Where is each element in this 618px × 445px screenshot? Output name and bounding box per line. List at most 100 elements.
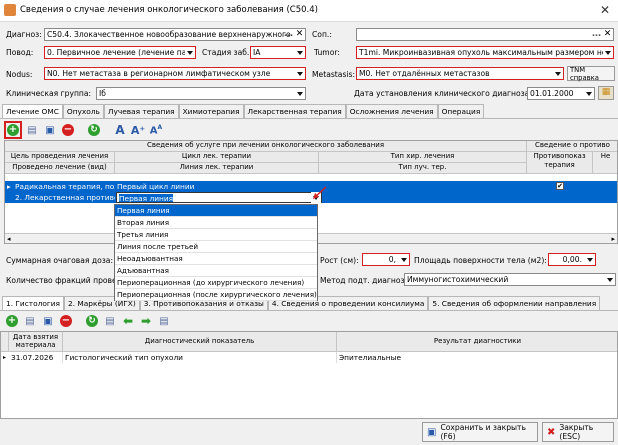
col-header-radiation-type[interactable]: Тип луч. тер. [319, 163, 527, 174]
view-icon: ▤ [105, 315, 115, 327]
dropdown-option[interactable]: Третья линия [115, 229, 317, 241]
back-button[interactable]: ⬅ [120, 313, 136, 329]
method-select[interactable]: Иммуногистохимический [404, 273, 616, 286]
forward-button[interactable]: ➡ [138, 313, 154, 329]
floppy-icon: ▣ [45, 124, 55, 136]
height-label: Рост (см): [320, 256, 359, 265]
chevron-down-icon[interactable] [553, 68, 563, 79]
col-header-result[interactable]: Результат диагностики [337, 332, 617, 352]
area-field[interactable]: 0,00. [548, 253, 596, 266]
diagnosis-label: Диагноз: [6, 30, 42, 39]
row-cell-treatment-type[interactable]: 2. Лекарственная противоо [13, 192, 115, 203]
font-increase-button[interactable]: A⁺ [130, 122, 146, 138]
tab-referral[interactable]: 5. Сведения об оформлении направления [428, 296, 601, 310]
diagnosis-field[interactable]: C50.4. Злокачественное новообразование в… [44, 28, 306, 41]
tab-oms-treatment[interactable]: Лечение ОМС [2, 104, 63, 118]
minus-icon: − [62, 124, 74, 136]
chevron-down-icon[interactable] [605, 274, 615, 285]
tab-complications[interactable]: Осложнения лечения [345, 104, 438, 118]
chevron-down-icon[interactable] [185, 47, 195, 58]
font-reset-button[interactable]: AA [148, 122, 164, 138]
row-cell-goal[interactable]: Радикальная терапия, полн [13, 181, 115, 192]
scroll-right-icon[interactable]: ▸ [611, 235, 615, 243]
delete-button[interactable]: − [58, 313, 74, 329]
tab-surgery[interactable]: Операция [437, 104, 485, 118]
tab-drug-therapy[interactable]: Лекарственная терапия [243, 104, 346, 118]
tab-histology[interactable]: 1. Гистология [2, 296, 64, 310]
chevron-down-icon[interactable] [295, 68, 305, 79]
chevron-down-icon[interactable] [585, 254, 595, 265]
row-cell-date[interactable]: 31.07.2026 [9, 352, 63, 363]
contraindication-checkbox[interactable]: ✔ [556, 182, 564, 190]
povod-select[interactable]: 0. Первичное лечение (лечение па [44, 46, 196, 59]
col-header-cycle[interactable]: Цикл лек. терапии [115, 152, 319, 163]
more-icon[interactable]: … [283, 29, 294, 40]
calendar-icon[interactable]: ▦ [598, 86, 614, 100]
add-button[interactable]: + [4, 313, 20, 329]
col-header-surgery-type[interactable]: Тип хир. лечения [319, 152, 527, 163]
refresh-button[interactable]: ↻ [86, 122, 102, 138]
area-label: Площадь поверхности тела (м2): [414, 256, 547, 265]
chevron-down-icon[interactable] [603, 47, 613, 58]
col-header-contraindication[interactable]: Противопоказ терапия [527, 152, 593, 174]
chevron-down-icon[interactable] [399, 254, 409, 265]
chevron-down-icon[interactable] [584, 88, 594, 99]
edit-button[interactable]: ▤ [24, 122, 40, 138]
height-field[interactable]: 0, [362, 253, 410, 266]
col-header-treatment-type[interactable]: Проведено лечение (вид) [5, 163, 115, 174]
col-header-line[interactable]: Линия лек. терапии [115, 163, 319, 174]
window-close-icon[interactable]: ✕ [600, 3, 610, 17]
dropdown-option[interactable]: Вторая линия [115, 217, 317, 229]
dropdown-option[interactable]: Периоперационная (до хирургического лече… [115, 277, 317, 289]
table-row[interactable]: ▸ 31.07.2026 Гистологический тип опухоли… [1, 352, 617, 363]
refresh-button[interactable]: ↻ [84, 313, 100, 329]
dropdown-option[interactable]: Первая линия [115, 205, 317, 217]
metastasis-select[interactable]: M0. Нет отдалённых метастазов [356, 67, 564, 80]
view-button[interactable]: ▤ [102, 313, 118, 329]
divider [0, 118, 618, 119]
edit-button[interactable]: ▤ [22, 313, 38, 329]
tab-chemo[interactable]: Химиотерапия [178, 104, 244, 118]
col-header-ne[interactable]: Не [593, 152, 617, 174]
scroll-left-icon[interactable]: ◂ [7, 235, 11, 243]
dropdown-option[interactable]: Линия после третьей [115, 241, 317, 253]
col-header-indicator[interactable]: Диагностический показатель [63, 332, 337, 352]
row-cell-indicator[interactable]: Гистологический тип опухоли [63, 352, 337, 363]
clear-icon[interactable]: ✕ [602, 29, 613, 40]
sop-field[interactable]: … ✕ [356, 28, 614, 41]
arrow-left-icon: ⬅ [122, 314, 134, 328]
tumor-label: Tumor: [314, 48, 340, 57]
plus-icon: + [6, 315, 18, 327]
save-and-close-button[interactable]: ▣ Сохранить и закрыть (F6) [422, 422, 538, 442]
save-row-button[interactable]: ▣ [42, 122, 58, 138]
more-icon[interactable]: … [591, 29, 602, 40]
stage-select[interactable]: IA [250, 46, 306, 59]
col-header-sample-date[interactable]: Дата взятия материала [9, 332, 63, 352]
dropdown-option[interactable]: Адъювантная [115, 265, 317, 277]
dropdown-option[interactable]: Неоадъювантная [115, 253, 317, 265]
tab-tumor[interactable]: Опухоль [62, 104, 104, 118]
row-cell-cycle[interactable]: Первый цикл линии [115, 181, 319, 192]
font-size-button[interactable]: A [112, 122, 128, 138]
grid-group-header-right: Сведение о противо [527, 141, 617, 152]
chevron-down-icon[interactable] [295, 88, 305, 99]
clear-icon[interactable]: ✕ [294, 29, 305, 40]
close-button[interactable]: ✖ Закрыть (ESC) [542, 422, 614, 442]
date-field[interactable]: 01.01.2000 [527, 87, 595, 100]
export-button[interactable]: ▤ [156, 313, 172, 329]
tab-radiation[interactable]: Лучевая терапия [103, 104, 179, 118]
line-select[interactable]: Первая линия [116, 192, 322, 203]
col-header-goal[interactable]: Цель проведения лечения [5, 152, 115, 163]
tnm-reference-button[interactable]: TNM справка [567, 66, 615, 82]
nodus-select[interactable]: N0. Нет метастаза в регионарном лимфатич… [44, 67, 306, 80]
row-cell-result[interactable]: Эпителиальные [337, 352, 617, 363]
clinical-group-select[interactable]: Iб [96, 87, 306, 100]
grid-group-header: Сведения об услуге при лечении онкологич… [5, 141, 527, 152]
save-row-button[interactable]: ▣ [40, 313, 56, 329]
chevron-down-icon[interactable] [295, 47, 305, 58]
add-button[interactable]: + [4, 121, 22, 139]
tumor-select[interactable]: T1mi. Микроинвазивная опухоль максимальн… [356, 46, 614, 59]
delete-button[interactable]: − [60, 122, 76, 138]
dropdown-option[interactable]: Периоперационная (после хирургического л… [115, 289, 317, 301]
separator [104, 122, 110, 138]
